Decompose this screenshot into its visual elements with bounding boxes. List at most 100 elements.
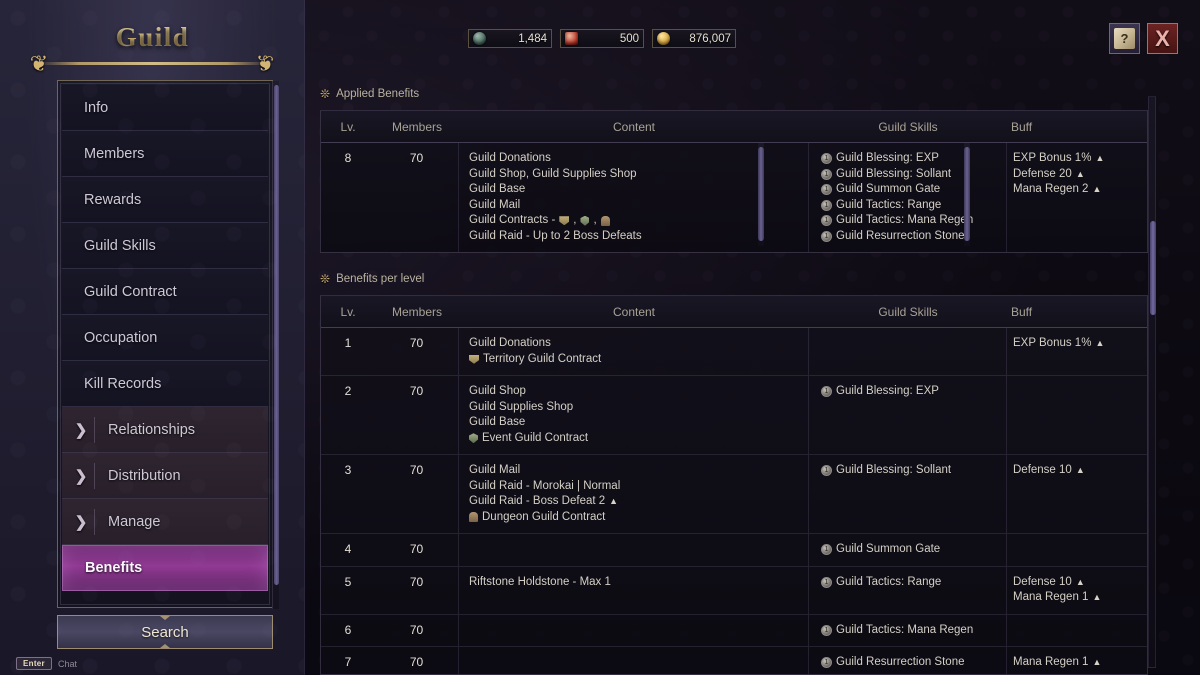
sidebar-scrollbar[interactable]: [272, 81, 279, 609]
applied-content-scrollbar[interactable]: [758, 143, 764, 246]
sidebar-item-label: Guild Contract: [84, 283, 177, 300]
cell-skills: 1 Guild Tactics: Mana Regen: [809, 614, 1007, 646]
content-line-text: Guild Mail: [469, 464, 521, 476]
currency-value: 500: [619, 32, 639, 45]
sidebar-item-rewards[interactable]: Rewards: [62, 177, 268, 223]
up-arrow-icon: ▲: [1092, 184, 1102, 194]
search-button[interactable]: Search: [57, 615, 273, 649]
page-title: Guild: [0, 22, 305, 53]
sidebar-item-kill-records[interactable]: Kill Records: [62, 361, 268, 407]
table-row: 3 70 Guild Mail Guild Raid - Morokai | Norm…: [321, 455, 1147, 534]
content-line-text: Event Guild Contract: [482, 431, 589, 444]
sidebar-item-info[interactable]: Info: [62, 85, 268, 131]
close-button[interactable]: X: [1147, 23, 1178, 54]
col-header-buff-2: Buff: [1011, 304, 1033, 319]
cell-buff: [1007, 615, 1147, 647]
cell-buff: [1007, 376, 1147, 454]
cell-skills: 1 Guild Blessing: EXP 1 Guild Blessing: Sol…: [809, 143, 1007, 252]
cell-members: 70: [375, 534, 459, 566]
sidebar-item-label: Benefits: [85, 560, 143, 576]
col-header-lv-2: Lv.: [340, 304, 356, 319]
skill-line-text: Guild Blessing: Sollant: [836, 167, 952, 180]
chevron-right-icon: ❯: [74, 467, 88, 485]
page-scrollbar-thumb[interactable]: [1150, 221, 1156, 315]
up-arrow-icon: ▲: [1075, 465, 1085, 475]
up-arrow-icon: ▲: [1075, 168, 1085, 179]
close-x-icon: X: [1155, 25, 1170, 51]
content-line-text: Guild Raid - Morokai | Normal: [469, 479, 621, 492]
cell-content: Guild Donations Territory Guild Contract: [459, 328, 809, 375]
content-line-text: Guild Base: [469, 183, 526, 195]
skill-level-icon: 1: [821, 215, 832, 227]
cell-content: [459, 614, 809, 646]
help-button[interactable]: ?: [1109, 23, 1140, 54]
applied-skills-scrollbar-thumb[interactable]: [964, 147, 970, 241]
page-scrollbar[interactable]: [1148, 96, 1156, 668]
sidebar-item-label: Occupation: [84, 329, 158, 346]
fleur-de-lis-icon-2: ❊: [320, 272, 331, 286]
sidebar-scrollbar-thumb[interactable]: [274, 85, 279, 585]
buff-line: Defense 10 ▲: [1013, 575, 1147, 591]
table-row: 1 70 Guild Donations Territory Guild Contra…: [321, 328, 1147, 376]
applied-content-scrollbar-thumb[interactable]: [758, 147, 764, 241]
sidebar-item-separator: [94, 416, 95, 443]
skill-line: 1 Guild Tactics: Range: [821, 198, 1006, 214]
benefits-per-level-title: ❊ Benefits per level: [320, 267, 1148, 291]
benefits-per-level-label: Benefits per level: [336, 273, 425, 285]
sidebar-item-label: Kill Records: [84, 375, 162, 392]
sidebar-item-label: Members: [84, 145, 145, 162]
per-level-table-header: Lv. Members Content Guild Skills Buff: [321, 296, 1147, 328]
col-header-buff: Buff: [1011, 119, 1033, 134]
skill-line-text: Guild Blessing: EXP: [836, 385, 939, 397]
up-arrow-icon: ▲: [1092, 657, 1102, 667]
dungeon-icon: [600, 215, 610, 226]
sidebar-item-distribution[interactable]: ❯ Distribution: [62, 453, 268, 499]
benefits-content: ❊ Applied Benefits Lv. Members Content G…: [320, 82, 1148, 675]
buff-line-text: Mana Regen 2: [1013, 183, 1089, 195]
content-line: Guild Shop: [469, 384, 808, 400]
content-line-text: Guild Shop, Guild Supplies Shop: [469, 167, 637, 180]
skill-level-icon: 1: [821, 386, 832, 398]
buff-line-text: Defense 10: [1013, 575, 1072, 588]
sidebar-item-guild-skills[interactable]: Guild Skills: [62, 223, 268, 269]
table-row: 5 70 Riftstone Holdstone - Max 1 1 Guild Tac…: [321, 566, 1147, 615]
buff-line-text: EXP Bonus 1%: [1013, 337, 1092, 349]
sidebar-item-benefits[interactable]: Benefits: [62, 545, 268, 591]
applied-benefits-table-wrap: Lv. Members Content Guild Skills Buff 8 7…: [320, 110, 1148, 253]
up-arrow-icon: ▲: [609, 496, 619, 506]
skill-line: 1 Guild Blessing: EXP: [821, 151, 1006, 167]
sidebar-item-guild-contract[interactable]: Guild Contract: [62, 269, 268, 315]
currency-silver-coin: 1,484: [468, 29, 552, 48]
table-row: 2 70 Guild Shop Guild Supplies Shop Guild Ba…: [321, 376, 1147, 455]
cell-level: 1: [344, 336, 352, 350]
banner-icon: [469, 354, 479, 364]
cell-skills: 1 Guild Blessing: Sollant: [809, 455, 1007, 533]
skill-line: 1 Guild Blessing: Sollant: [821, 167, 1006, 183]
buff-line-text: Mana Regen 1: [1013, 656, 1089, 668]
up-arrow-icon: ▲: [1095, 338, 1105, 348]
sidebar-item-label: Info: [84, 99, 109, 116]
sidebar-item-manage[interactable]: ❯ Manage: [62, 499, 268, 545]
skill-level-icon: 1: [821, 657, 832, 669]
help-question-label: ?: [1120, 31, 1129, 46]
content-line: Guild Mail: [469, 463, 808, 479]
col-header-skills-2: Guild Skills: [878, 304, 938, 319]
per-level-table-body: 1 70 Guild Donations Territory Guild Contra…: [321, 328, 1147, 674]
cell-buff: Mana Regen 1 ▲: [1007, 647, 1147, 674]
skill-line-text: Guild Summon Gate: [836, 183, 941, 195]
sidebar-item-relationships[interactable]: ❯ Relationships: [62, 407, 268, 453]
col-header-members-2: Members: [391, 304, 442, 319]
content-line-text: Guild Raid - Boss Defeat 2: [469, 495, 606, 507]
content-line: Guild Raid - Morokai | Normal: [469, 479, 808, 495]
skill-line-text: Guild Tactics: Mana Regen: [836, 214, 974, 226]
content-line-text: Guild Donations: [469, 337, 551, 349]
skill-line-text: Guild Summon Gate: [836, 543, 941, 555]
cell-members: 70: [375, 328, 459, 375]
skill-line-text: Guild Resurrection Stone: [836, 656, 965, 668]
sidebar-item-members[interactable]: Members: [62, 131, 268, 177]
sidebar-item-occupation[interactable]: Occupation: [62, 315, 268, 361]
currency-value: 1,484: [518, 32, 547, 45]
content-line-text: Guild Donations: [469, 152, 551, 164]
applied-skills-scrollbar[interactable]: [964, 143, 970, 246]
sidebar-item-label: Rewards: [84, 191, 142, 208]
